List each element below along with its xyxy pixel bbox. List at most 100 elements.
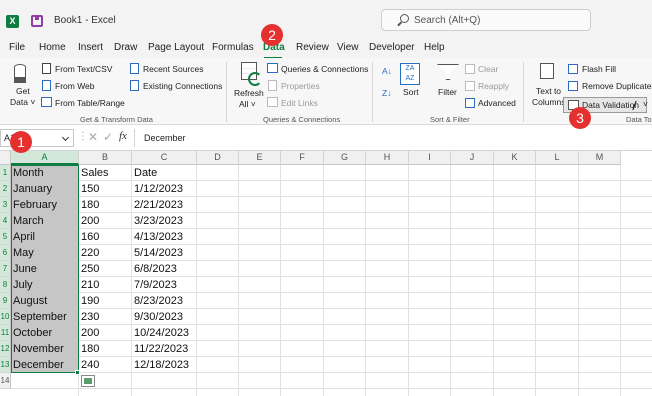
cell-b3[interactable]: 180 [81,197,99,213]
row-header-12[interactable]: 12 [0,341,11,357]
row-header-11[interactable]: 11 [0,325,11,341]
tab-review[interactable]: Review [296,42,329,53]
column-header-h[interactable]: H [366,151,409,165]
advanced-button[interactable]: Advanced [478,98,516,108]
cell-b5[interactable]: 160 [81,229,99,245]
refresh-all-label-2[interactable]: All ˅ [239,99,256,109]
tab-home[interactable]: Home [39,42,66,53]
tab-draw[interactable]: Draw [114,42,137,53]
cell-b11[interactable]: 200 [81,325,99,341]
get-data-label-1[interactable]: Get [16,86,30,96]
queries-connections-button[interactable]: Queries & Connections [281,64,368,74]
existing-connections-button[interactable]: Existing Connections [143,81,222,91]
flash-fill-button[interactable]: Flash Fill [582,64,616,74]
cell-a2[interactable]: January [13,181,52,197]
row-header-13[interactable]: 13 [0,357,11,373]
quick-analysis-icon[interactable] [81,375,95,387]
tab-file[interactable]: File [9,42,25,53]
column-header-a[interactable]: A [11,151,79,165]
tab-help[interactable]: Help [424,42,445,53]
tab-developer[interactable]: Developer [369,42,415,53]
cell-a12[interactable]: November [13,341,64,357]
insert-function-icon[interactable]: fx [119,130,127,142]
row-header-1[interactable]: 1 [0,165,11,181]
enter-icon[interactable]: ✓ [103,130,113,144]
row-header-14[interactable]: 14 [0,373,11,389]
row-header-7[interactable]: 7 [0,261,11,277]
formula-input[interactable]: December [134,129,652,147]
text-to-columns-label-1[interactable]: Text to [536,86,561,96]
text-to-columns-label-2[interactable]: Columns [532,97,566,107]
cell-b9[interactable]: 190 [81,293,99,309]
column-header-l[interactable]: L [536,151,579,165]
filter-button[interactable]: Filter [438,87,457,97]
cell-b6[interactable]: 220 [81,245,99,261]
column-header-m[interactable]: M [579,151,621,165]
column-header-g[interactable]: G [324,151,366,165]
cell-b12[interactable]: 180 [81,341,99,357]
column-header-b[interactable]: B [79,151,132,165]
cell-a8[interactable]: July [13,277,33,293]
cell-a13[interactable]: December [13,357,64,373]
from-web-button[interactable]: From Web [55,81,95,91]
column-header-e[interactable]: E [239,151,281,165]
cell-a1[interactable]: Month [13,165,44,181]
row-header-10[interactable]: 10 [0,309,11,325]
tab-page-layout[interactable]: Page Layout [148,42,204,53]
row-header-9[interactable]: 9 [0,293,11,309]
cell-a9[interactable]: August [13,293,47,309]
row-header-6[interactable]: 6 [0,245,11,261]
cell-c12[interactable]: 11/22/2023 [134,341,188,357]
cell-c5[interactable]: 4/13/2023 [134,229,183,245]
data-validation-dropdown[interactable]: ˅ [643,99,648,109]
tab-insert[interactable]: Insert [78,42,103,53]
column-header-k[interactable]: K [494,151,536,165]
cell-b13[interactable]: 240 [81,357,99,373]
cell-c2[interactable]: 1/12/2023 [134,181,183,197]
chevron-down-icon[interactable] [61,133,70,142]
get-data-label-2[interactable]: Data ˅ [10,97,35,107]
from-table-range-button[interactable]: From Table/Range [55,98,125,108]
row-header-8[interactable]: 8 [0,277,11,293]
cell-c8[interactable]: 7/9/2023 [134,277,177,293]
column-header-i[interactable]: I [409,151,451,165]
row-header-2[interactable]: 2 [0,181,11,197]
cell-c7[interactable]: 6/8/2023 [134,261,177,277]
column-header-j[interactable]: J [451,151,494,165]
column-header-d[interactable]: D [197,151,239,165]
from-text-csv-button[interactable]: From Text/CSV [55,64,112,74]
select-all-corner[interactable] [0,151,11,165]
cell-c9[interactable]: 8/23/2023 [134,293,183,309]
cell-c4[interactable]: 3/23/2023 [134,213,183,229]
row-header-5[interactable]: 5 [0,229,11,245]
row-header-4[interactable]: 4 [0,213,11,229]
cell-c3[interactable]: 2/21/2023 [134,197,183,213]
edit-links-button[interactable]: Edit Links [281,98,318,108]
cancel-icon[interactable]: ✕ [88,130,98,144]
refresh-all-label-1[interactable]: Refresh [234,88,264,98]
properties-button[interactable]: Properties [281,81,320,91]
cell-a3[interactable]: February [13,197,57,213]
cell-b7[interactable]: 250 [81,261,99,277]
column-header-c[interactable]: C [132,151,197,165]
sort-asc-icon[interactable]: A↓ [382,66,392,76]
search-box[interactable]: Search (Alt+Q) [381,9,591,31]
sort-desc-icon[interactable]: Z↓ [382,88,391,98]
cell-b1[interactable]: Sales [81,165,109,181]
cell-a5[interactable]: April [13,229,35,245]
cell-b10[interactable]: 230 [81,309,99,325]
remove-duplicates-button[interactable]: Remove Duplicates [582,81,652,91]
cell-a6[interactable]: May [13,245,34,261]
cell-b8[interactable]: 210 [81,277,99,293]
fill-handle[interactable] [75,370,80,375]
save-icon[interactable] [31,15,43,27]
column-header-f[interactable]: F [281,151,324,165]
recent-sources-button[interactable]: Recent Sources [143,64,203,74]
sort-button[interactable]: Sort [403,87,419,97]
cell-c11[interactable]: 10/24/2023 [134,325,189,341]
cell-a10[interactable]: September [13,309,67,325]
cell-a7[interactable]: June [13,261,37,277]
cell-c6[interactable]: 5/14/2023 [134,245,183,261]
cell-c10[interactable]: 9/30/2023 [134,309,183,325]
tab-formulas[interactable]: Formulas [212,42,254,53]
